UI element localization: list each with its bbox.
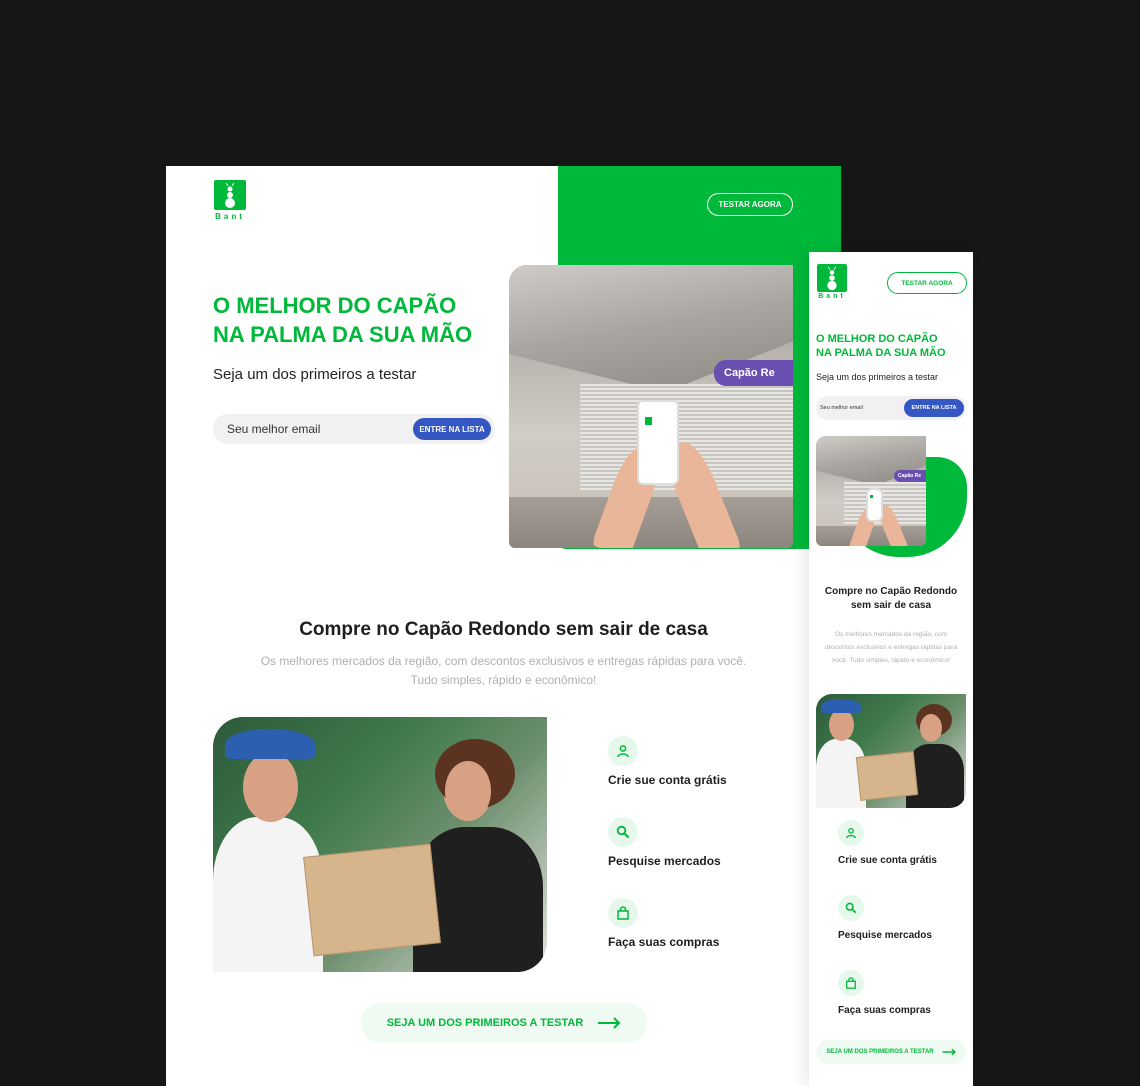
shopping-bag-icon xyxy=(608,898,638,928)
mobile-hero-photo: Capão Re xyxy=(816,436,926,546)
ant-logo-icon xyxy=(214,180,246,210)
cta-label: SEJA UM DOS PRIMEIROS A TESTAR xyxy=(386,1017,584,1029)
mobile-join-list-button[interactable]: ENTRE NA LISTA xyxy=(904,399,964,417)
mobile-desc-line2: descontos exclusivos e entregas rápidas … xyxy=(825,644,957,651)
ant-logo-icon xyxy=(817,264,847,292)
mobile-hero-title-line2: NA PALMA DA SUA MÃO xyxy=(816,347,946,360)
mobile-logo[interactable]: Bant xyxy=(817,264,847,300)
mobile-cta-label: SEJA UM DOS PRIMEIROS A TESTAR xyxy=(826,1049,934,1055)
mobile-feature-shopping: Faça suas compras xyxy=(838,970,931,1016)
user-icon xyxy=(838,820,864,846)
hero-photo: Capão Re xyxy=(509,265,793,548)
hero-title: O MELHOR DO CAPÃO NA PALMA DA SUA MÃO xyxy=(213,292,472,349)
mobile-section-title: Compre no Capão Redondo sem sair de casa xyxy=(809,585,973,613)
logo[interactable]: Bant xyxy=(214,180,246,221)
mobile-hero-title: O MELHOR DO CAPÃO NA PALMA DA SUA MÃO xyxy=(816,332,946,361)
mobile-hero-subtitle: Seja um dos primeiros a testar xyxy=(816,372,939,382)
mobile-desc-line3: você. Tudo simples, rápido e econômico! xyxy=(832,657,950,664)
section-desc-line2: Tudo simples, rápido e econômico! xyxy=(410,673,597,688)
logo-text: Bant xyxy=(818,293,846,300)
mobile-cta-button[interactable]: SEJA UM DOS PRIMEIROS A TESTAR xyxy=(816,1040,966,1064)
mobile-station-sign: Capão Re xyxy=(894,470,926,482)
section-description: Os melhores mercados da região, com desc… xyxy=(166,652,841,690)
phone-image xyxy=(866,488,883,522)
station-sign: Capão Re xyxy=(714,360,793,386)
mobile-section-title-line1: Compre no Capão Redondo xyxy=(824,586,958,597)
mobile-hero-title-line1: O MELHOR DO CAPÃO xyxy=(816,333,938,345)
mobile-email-input[interactable] xyxy=(820,405,900,411)
desktop-mockup: Bant TESTAR AGORA O MELHOR DO CAPÃO NA P… xyxy=(166,166,841,1086)
mobile-email-form: ENTRE NA LISTA xyxy=(816,396,966,420)
search-icon xyxy=(608,817,638,847)
delivery-photo xyxy=(213,717,547,972)
feature-label: Crie sue conta grátis xyxy=(608,773,727,787)
section-desc-line1: Os melhores mercados da região, com desc… xyxy=(260,654,747,668)
mobile-mockup: Bant TESTAR AGORA O MELHOR DO CAPÃO NA P… xyxy=(809,252,973,1086)
feature-create-account: Crie sue conta grátis xyxy=(608,736,727,787)
mobile-test-now-button[interactable]: TESTAR AGORA xyxy=(887,272,967,294)
feature-label: Faça suas compras xyxy=(838,1005,931,1016)
mobile-section-title-line2: sem sair de casa xyxy=(850,600,932,611)
arrow-right-icon xyxy=(942,1048,956,1056)
feature-label: Pesquise mercados xyxy=(838,930,932,941)
search-icon xyxy=(838,895,864,921)
email-form: ENTRE NA LISTA xyxy=(213,414,495,444)
join-list-button[interactable]: ENTRE NA LISTA xyxy=(413,418,491,440)
mobile-section-description: Os melhores mercados da região, com desc… xyxy=(809,628,973,667)
test-now-button[interactable]: TESTAR AGORA xyxy=(707,193,793,216)
hero-title-line2: NA PALMA DA SUA MÃO xyxy=(213,321,473,347)
feature-label: Faça suas compras xyxy=(608,935,720,949)
user-icon xyxy=(608,736,638,766)
feature-search-markets: Pesquise mercados xyxy=(608,817,721,868)
feature-label: Pesquise mercados xyxy=(608,854,721,868)
mobile-delivery-photo xyxy=(816,694,966,808)
feature-shopping: Faça suas compras xyxy=(608,898,719,949)
logo-text: Bant xyxy=(215,212,245,221)
mobile-feature-search-markets: Pesquise mercados xyxy=(838,895,932,941)
hero-title-line1: O MELHOR DO CAPÃO xyxy=(213,293,457,318)
cta-button[interactable]: SEJA UM DOS PRIMEIROS A TESTAR xyxy=(361,1003,647,1043)
feature-label: Crie sue conta grátis xyxy=(838,855,937,866)
mobile-feature-create-account: Crie sue conta grátis xyxy=(838,820,937,866)
mobile-desc-line1: Os melhores mercados da região, com xyxy=(835,631,947,638)
section-title: Compre no Capão Redondo sem sair de casa xyxy=(299,619,708,640)
hero-subtitle: Seja um dos primeiros a testar xyxy=(213,366,417,383)
phone-image xyxy=(637,400,679,485)
email-input[interactable] xyxy=(227,422,397,436)
arrow-right-icon xyxy=(598,1017,621,1029)
shopping-bag-icon xyxy=(838,970,864,996)
